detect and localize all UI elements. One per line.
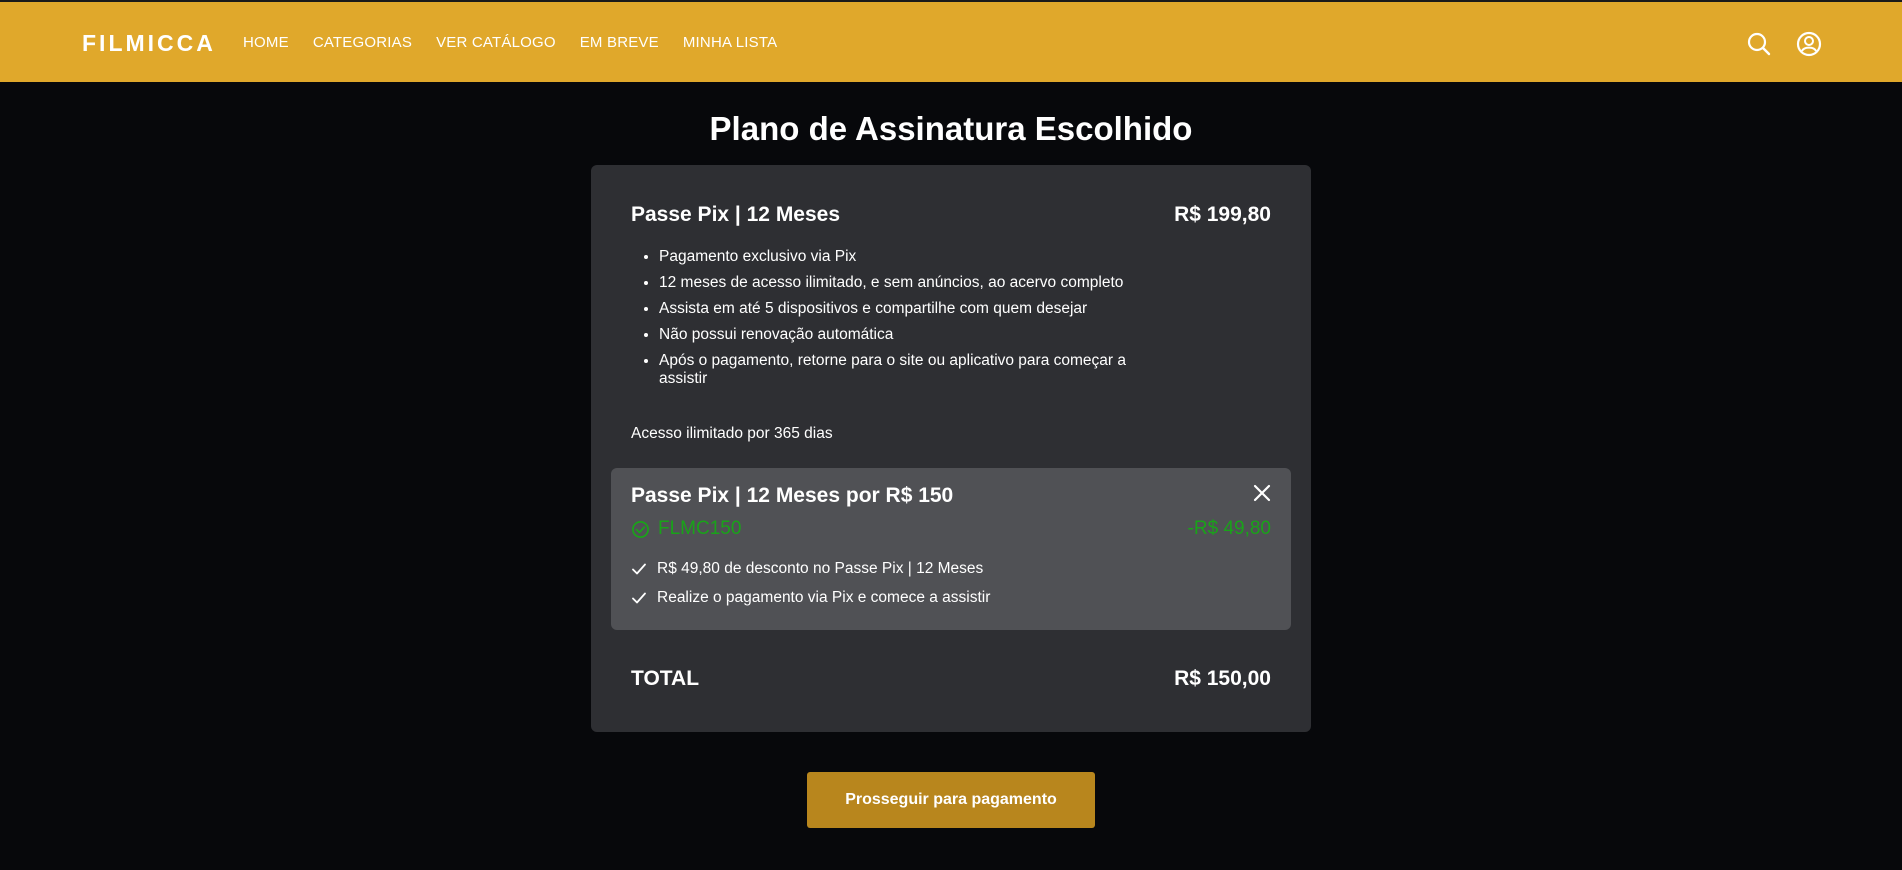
- feature-item: Pagamento exclusivo via Pix: [659, 248, 1129, 266]
- filmicca-logo[interactable]: FILMICCA: [82, 30, 216, 57]
- benefit-item: R$ 49,80 de desconto no Passe Pix | 12 M…: [631, 560, 990, 578]
- check-circle-icon: [632, 520, 649, 538]
- feature-item: Após o pagamento, retorne para o site ou…: [659, 352, 1129, 388]
- header-actions: [1746, 31, 1822, 57]
- feature-item: Não possui renovação automática: [659, 326, 1129, 344]
- plan-price: R$ 199,80: [1174, 203, 1271, 226]
- nav-categorias[interactable]: CATEGORIAS: [313, 34, 412, 51]
- nav-minha-lista[interactable]: MINHA LISTA: [683, 34, 777, 51]
- remove-coupon-button[interactable]: [1251, 482, 1273, 504]
- benefit-text: R$ 49,80 de desconto no Passe Pix | 12 M…: [657, 560, 984, 577]
- total-value: R$ 150,00: [1174, 667, 1271, 690]
- main-nav: HOME CATEGORIAS VER CATÁLOGO EM BREVE MI…: [243, 34, 801, 51]
- search-icon[interactable]: [1746, 31, 1772, 57]
- applied-coupon-box: Passe Pix | 12 Meses por R$ 150 FLMC150 …: [611, 468, 1291, 630]
- page-title: Plano de Assinatura Escolhido: [709, 110, 1193, 147]
- feature-item: Assista em até 5 dispositivos e comparti…: [659, 300, 1129, 318]
- plan-features-list: Pagamento exclusivo via Pix 12 meses de …: [631, 248, 1129, 396]
- proceed-to-payment-button[interactable]: Prosseguir para pagamento: [807, 772, 1095, 828]
- total-label: TOTAL: [631, 667, 700, 690]
- feature-item: 12 meses de acesso ilimitado, e sem anún…: [659, 274, 1129, 292]
- coupon-code-row: FLMC150: [631, 518, 741, 540]
- check-icon: [632, 563, 646, 575]
- coupon-benefits: R$ 49,80 de desconto no Passe Pix | 12 M…: [631, 560, 990, 618]
- coupon-code: FLMC150: [658, 518, 742, 539]
- nav-home[interactable]: HOME: [243, 34, 289, 51]
- nav-em-breve[interactable]: EM BREVE: [580, 34, 659, 51]
- top-navigation-bar: FILMICCA HOME CATEGORIAS VER CATÁLOGO EM…: [0, 0, 1902, 82]
- access-duration-note: Acesso ilimitado por 365 dias: [631, 425, 833, 442]
- account-icon[interactable]: [1796, 31, 1822, 57]
- plan-summary-card: Passe Pix | 12 Meses R$ 199,80 Pagamento…: [591, 165, 1311, 732]
- close-icon: [1253, 484, 1271, 502]
- check-icon: [632, 592, 646, 604]
- coupon-title: Passe Pix | 12 Meses por R$ 150: [631, 484, 954, 507]
- nav-ver-catalogo[interactable]: VER CATÁLOGO: [436, 34, 556, 51]
- plan-name: Passe Pix | 12 Meses: [631, 203, 841, 226]
- coupon-discount: -R$ 49,80: [1187, 518, 1271, 539]
- benefit-text: Realize o pagamento via Pix e comece a a…: [657, 589, 991, 606]
- benefit-item: Realize o pagamento via Pix e comece a a…: [631, 589, 990, 607]
